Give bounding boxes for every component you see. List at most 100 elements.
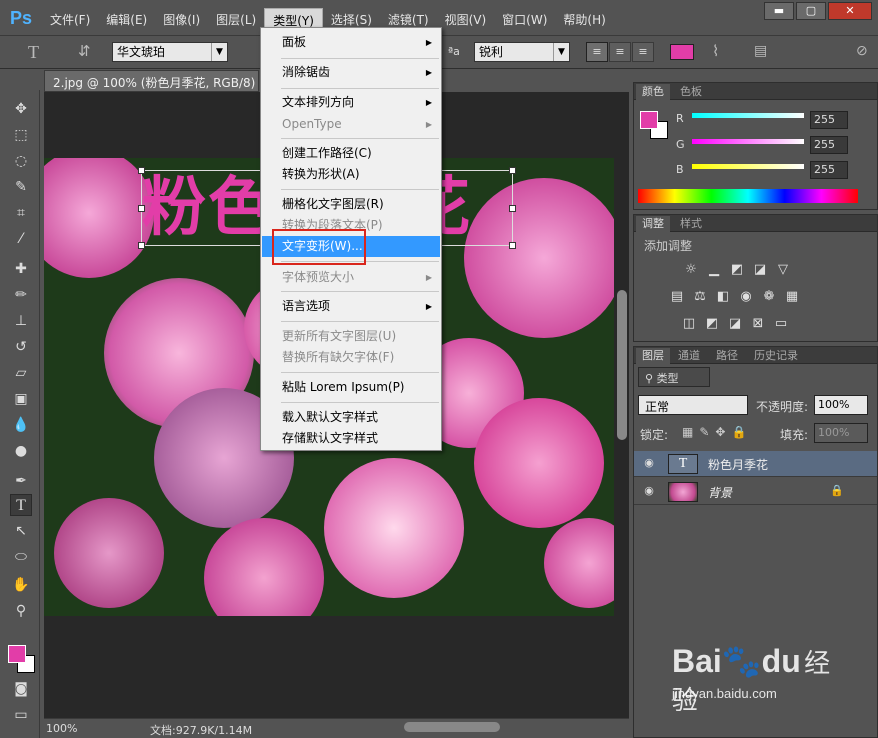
tab-channels[interactable]: 通道 [672,348,706,364]
screen-mode-icon[interactable]: ▭ [10,704,32,726]
tab-styles[interactable]: 样式 [674,216,708,232]
menu-edit[interactable]: 编辑(E) [98,8,155,33]
eye-icon[interactable]: ◉ [642,456,656,470]
transform-handle[interactable] [138,242,145,249]
menu-item-save-default-type-styles[interactable]: 存储默认文字样式 [262,428,440,449]
lock-icons[interactable]: ▦✎✥🔒 [682,425,752,439]
channel-r-value[interactable]: 255 [810,111,848,129]
transform-handle[interactable] [138,205,145,212]
blur-tool-icon[interactable]: 💧 [10,414,32,436]
selective-color-icon[interactable]: ⊠ [749,315,767,333]
menu-file[interactable]: 文件(F) [42,8,98,33]
brush-tool-icon[interactable]: ✏ [10,284,32,306]
posterize-icon[interactable]: ◩ [703,315,721,333]
menu-item-opentype[interactable]: OpenType ▶ [262,114,440,135]
menu-item-anti-alias[interactable]: 消除锯齿 ▶ [262,62,440,83]
photo-filter-icon[interactable]: ◉ [737,288,755,306]
invert-icon[interactable]: ◫ [680,315,698,333]
brightness-icon[interactable]: ☼ [682,261,700,279]
type-tool-icon[interactable]: T [10,494,32,516]
vibrance-icon[interactable]: ▽ [774,261,792,279]
curves-icon[interactable]: ◩ [728,261,746,279]
tab-history[interactable]: 历史记录 [748,348,804,364]
levels-icon[interactable]: ▁ [705,261,723,279]
text-orientation-icon[interactable]: ⇵ [78,42,98,62]
tab-swatches[interactable]: 色板 [674,84,708,100]
tab-paths[interactable]: 路径 [710,348,744,364]
crop-tool-icon[interactable]: ⌗ [10,202,32,224]
channel-r-slider[interactable] [692,113,804,118]
color-spectrum-ramp[interactable] [638,189,858,203]
fill-input[interactable]: 100% [814,423,868,443]
zoom-level[interactable]: 100% [46,722,77,735]
type-tool-preset-icon[interactable]: T [28,42,46,62]
dodge-tool-icon[interactable]: ● [10,440,32,462]
eyedropper-tool-icon[interactable]: ⁄ [10,228,32,250]
blend-mode-select[interactable]: 正常 [638,395,748,415]
opacity-input[interactable]: 100% [814,395,868,415]
channel-g-value[interactable]: 255 [810,136,848,154]
gradient-map-icon[interactable]: ▭ [772,315,790,333]
anti-alias-select[interactable]: 锐利 ▼ [474,42,570,62]
menu-item-text-orientation[interactable]: 文本排列方向 ▶ [262,92,440,113]
layer-name[interactable]: 粉色月季花 [708,456,768,473]
menu-item-convert-to-shape[interactable]: 转换为形状(A) [262,164,440,185]
menu-item-update-all-text-layers[interactable]: 更新所有文字图层(U) [262,326,440,347]
zoom-tool-icon[interactable]: ⚲ [10,600,32,622]
close-window-button[interactable]: ✕ [828,2,872,20]
healing-brush-tool-icon[interactable]: ✚ [10,258,32,280]
path-selection-tool-icon[interactable]: ↖ [10,520,32,542]
menu-layer[interactable]: 图层(L) [208,8,264,33]
hue-saturation-icon[interactable]: ▤ [668,288,686,306]
menu-item-font-preview-size[interactable]: 字体预览大小 ▶ [262,267,440,288]
hand-tool-icon[interactable]: ✋ [10,574,32,596]
align-center-button[interactable]: ≡ [609,42,631,62]
horizontal-scrollbar[interactable] [404,722,500,732]
move-tool-icon[interactable]: ✥ [10,98,32,120]
tab-layers[interactable]: 图层 [636,348,670,364]
eraser-tool-icon[interactable]: ▱ [10,362,32,384]
foreground-color-swatch[interactable] [8,645,26,663]
channel-mixer-icon[interactable]: ❁ [760,288,778,306]
color-balance-icon[interactable]: ⚖ [691,288,709,306]
quick-mask-icon[interactable]: ◙ [10,678,32,700]
menu-item-panel[interactable]: 面板 ▶ [262,32,440,53]
lasso-tool-icon[interactable]: ◌ [10,150,32,172]
pen-tool-icon[interactable]: ✒ [10,470,32,492]
channel-b-slider[interactable] [692,164,804,169]
clone-stamp-tool-icon[interactable]: ⊥ [10,310,32,332]
channel-g-slider[interactable] [692,139,804,144]
menu-item-rasterize-type[interactable]: 栅格化文字图层(R) [262,194,440,215]
layer-filter-select[interactable]: ⚲ 类型 [638,367,710,387]
font-family-select[interactable]: 华文琥珀 ▼ [112,42,228,62]
menu-item-load-default-type-styles[interactable]: 载入默认文字样式 [262,407,440,428]
transform-handle[interactable] [138,167,145,174]
channel-b-value[interactable]: 255 [810,161,848,179]
layer-row-text[interactable]: ◉ T 粉色月季花 [634,451,877,477]
menu-window[interactable]: 窗口(W) [494,8,555,33]
text-color-swatch[interactable] [670,44,694,60]
threshold-icon[interactable]: ◪ [726,315,744,333]
menu-view[interactable]: 视图(V) [437,8,495,33]
menu-item-language-options[interactable]: 语言选项 ▶ [262,296,440,317]
history-brush-tool-icon[interactable]: ↺ [10,336,32,358]
quick-select-tool-icon[interactable]: ✎ [10,176,32,198]
color-lookup-icon[interactable]: ▦ [783,288,801,306]
transform-handle[interactable] [509,242,516,249]
tab-color[interactable]: 颜色 [636,84,670,100]
maximize-button[interactable]: ▢ [796,2,826,20]
marquee-tool-icon[interactable]: ⬚ [10,124,32,146]
align-right-button[interactable]: ≡ [632,42,654,62]
exposure-icon[interactable]: ◪ [751,261,769,279]
menu-help[interactable]: 帮助(H) [555,8,613,33]
transform-handle[interactable] [509,167,516,174]
warp-text-icon[interactable]: ⌇ [712,42,732,62]
black-white-icon[interactable]: ◧ [714,288,732,306]
menu-item-create-work-path[interactable]: 创建工作路径(C) [262,143,440,164]
layer-name[interactable]: 背景 [708,484,732,501]
character-panel-icon[interactable]: ▤ [754,42,774,62]
minimize-button[interactable]: ▬ [764,2,794,20]
gradient-tool-icon[interactable]: ▣ [10,388,32,410]
layer-row-background[interactable]: ◉ 背景 🔒 [634,479,877,505]
vertical-scrollbar[interactable] [617,290,627,440]
